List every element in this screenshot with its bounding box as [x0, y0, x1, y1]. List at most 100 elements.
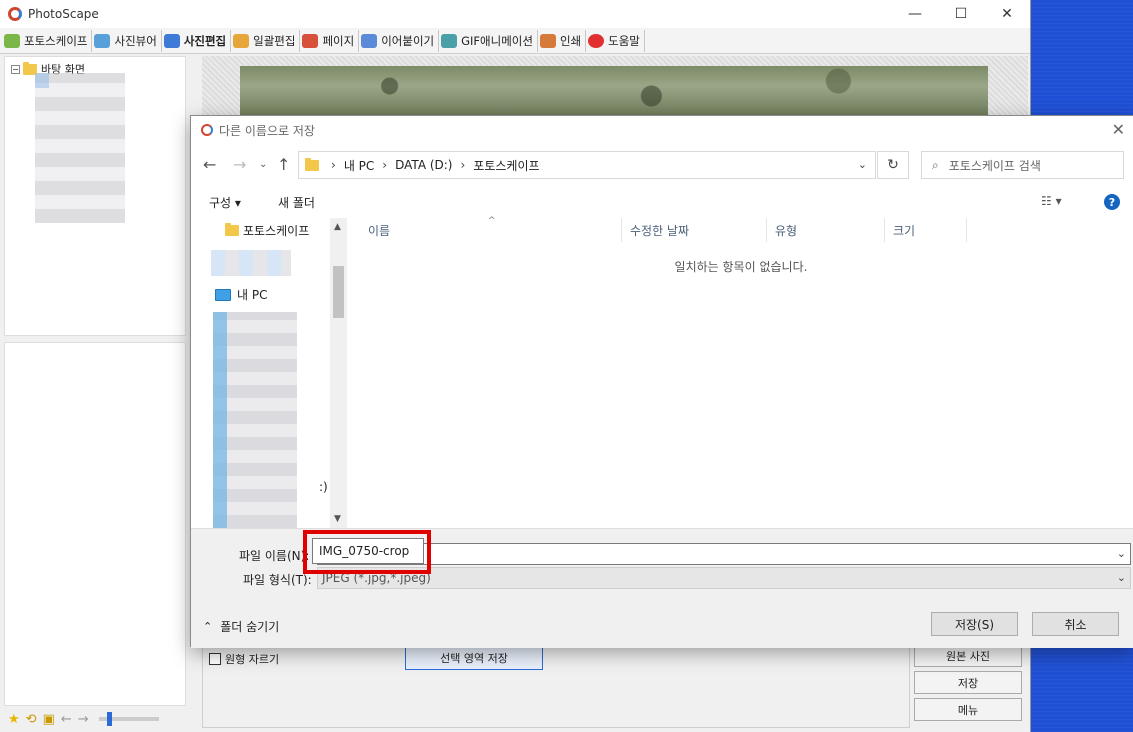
title-bar: PhotoScape	[0, 0, 1030, 28]
empty-message: 일치하는 항목이 없습니다.	[674, 260, 808, 274]
breadcrumb-folder[interactable]: 포토스케이프	[473, 157, 539, 174]
tab-combine[interactable]: 이어붙이기	[359, 29, 440, 52]
folder-icon	[305, 157, 319, 171]
view-options-icon[interactable]: ☷ ▾	[1041, 194, 1062, 208]
folder-tree-panel: − 바탕 화면	[4, 56, 186, 336]
photoscape-logo-icon	[8, 7, 22, 21]
new-folder-button[interactable]: 새 폴더	[278, 194, 315, 211]
filename-dropdown-icon[interactable]: ⌄	[1117, 547, 1126, 560]
address-bar[interactable]: › 내 PC › DATA (D:) › 포토스케이프 ⌄	[298, 151, 876, 179]
page-tab-icon	[302, 33, 319, 48]
path-separator-icon: ›	[382, 158, 388, 172]
hide-folders-toggle[interactable]: ⌃ 폴더 숨기기	[203, 618, 279, 635]
breadcrumb-drive[interactable]: DATA (D:)	[395, 158, 452, 172]
circle-crop-label: 원형 자르기	[225, 653, 280, 666]
filename-field[interactable]: ⌄	[317, 543, 1131, 565]
tab-batch[interactable]: 일괄편집	[231, 29, 301, 52]
tab-viewer[interactable]: 사진뷰어	[92, 29, 162, 52]
tab-page[interactable]: 페이지	[300, 29, 360, 52]
tab-label: 일괄편집	[253, 33, 296, 48]
filename-label: 파일 이름(N):	[239, 549, 310, 563]
breadcrumb-pc[interactable]: 내 PC	[344, 157, 374, 174]
help-icon[interactable]: ?	[1104, 194, 1120, 210]
tab-gif[interactable]: GIF애니메이션	[439, 29, 538, 52]
app-title: PhotoScape	[28, 7, 99, 21]
command-bar: 구성 ▾ 새 폴더 ☷ ▾ ?	[191, 188, 1133, 216]
column-type[interactable]: 유형	[767, 218, 885, 242]
menu-button[interactable]: 메뉴	[914, 698, 1022, 721]
save-as-dialog: 다른 이름으로 저장 ✕ ← → ⌄ ↑ › 내 PC › DATA (D:) …	[190, 115, 1133, 648]
tab-label: 포토스케이프	[24, 33, 88, 48]
combine-tab-icon	[361, 33, 378, 48]
tab-editor[interactable]: 사진편집	[162, 29, 232, 52]
batch-tab-icon	[233, 33, 250, 48]
tab-print[interactable]: 인쇄	[538, 29, 587, 52]
help-tab-icon	[588, 33, 605, 48]
collapse-icon[interactable]: −	[11, 64, 20, 74]
viewer-tab-icon	[94, 33, 111, 48]
back-icon[interactable]: ←	[203, 155, 216, 174]
search-input[interactable]: ⌕ 포토스케이프 검색	[921, 151, 1124, 179]
nav-item-folder[interactable]: 포토스케이프	[225, 222, 309, 239]
filename-value[interactable]: IMG_0750-crop	[312, 538, 424, 564]
tab-label: 도움말	[608, 33, 640, 48]
column-size[interactable]: 크기	[885, 218, 967, 242]
editor-tab-icon	[163, 33, 180, 48]
address-row: ← → ⌄ ↑ › 내 PC › DATA (D:) › 포토스케이프 ⌄ ↻ …	[191, 149, 1133, 181]
organize-button[interactable]: 구성 ▾	[209, 194, 241, 211]
forward-arrow-icon[interactable]: →	[78, 712, 89, 727]
minimize-button[interactable]: —	[892, 0, 938, 28]
up-icon[interactable]: ↑	[277, 155, 290, 174]
blurred-nav-item	[211, 250, 291, 276]
zoom-slider[interactable]	[98, 712, 159, 726]
zoom-slider-thumb[interactable]	[106, 712, 112, 726]
forward-icon[interactable]: →	[233, 155, 246, 174]
star-icon[interactable]: ★	[8, 712, 20, 727]
chevron-up-icon: ⌃	[203, 620, 213, 633]
blurred-drive-list	[213, 312, 297, 528]
column-modified[interactable]: 수정한 날짜	[622, 218, 767, 242]
scrollbar-thumb[interactable]	[333, 266, 344, 318]
dialog-save-button[interactable]: 저장(S)	[931, 612, 1018, 636]
search-placeholder: 포토스케이프 검색	[948, 158, 1041, 173]
scroll-up-icon[interactable]: ▲	[334, 222, 341, 232]
tab-label: GIF애니메이션	[461, 33, 533, 48]
print-tab-icon	[539, 33, 556, 48]
nav-item-label: 포토스케이프	[243, 224, 310, 238]
save-selection-button[interactable]: 선택 영역 저장	[405, 646, 543, 670]
circle-crop-checkbox[interactable]	[209, 653, 221, 665]
scroll-down-icon[interactable]: ▼	[334, 514, 341, 524]
tab-label: 사진편집	[183, 33, 227, 48]
filetype-dropdown-icon[interactable]: ⌄	[1117, 571, 1126, 584]
file-list: ^ 이름 수정한 날짜 유형 크기 일치하는 항목이 없습니다.	[348, 216, 1133, 528]
back-arrow-icon[interactable]: ←	[61, 712, 72, 727]
tab-label: 이어붙이기	[381, 33, 435, 48]
crop-panel: 원형 자르기 선택 영역 저장	[202, 644, 910, 728]
navigation-pane: 포토스케이프 내 PC :)	[191, 218, 347, 528]
close-button[interactable]: ✕	[984, 0, 1030, 28]
save-button[interactable]: 저장	[914, 671, 1022, 694]
window-controls: — ☐ ✕	[892, 0, 1030, 28]
dialog-title-bar: 다른 이름으로 저장	[191, 116, 1133, 144]
nav-scrollbar[interactable]: ▲ ▼	[330, 218, 347, 528]
address-dropdown-icon[interactable]: ⌄	[858, 158, 867, 171]
maximize-button[interactable]: ☐	[938, 0, 984, 28]
tab-photoscape[interactable]: 포토스케이프	[2, 29, 93, 52]
folder-open-icon[interactable]: ▣	[43, 712, 55, 727]
refresh-icon[interactable]: ↻	[877, 151, 909, 179]
dialog-cancel-button[interactable]: 취소	[1032, 612, 1119, 636]
nav-item-label: 내 PC	[237, 288, 268, 302]
photoscape-tab-icon	[4, 33, 20, 48]
recent-dropdown-icon[interactable]: ⌄	[259, 159, 267, 170]
rotate-icon[interactable]: ⟲	[26, 712, 37, 727]
tab-label: 페이지	[322, 33, 355, 48]
thumbnail-panel	[4, 342, 186, 706]
circle-crop-option[interactable]: 원형 자르기	[209, 651, 279, 667]
filetype-select[interactable]: JPEG (*.jpg,*.jpeg) ⌄	[317, 567, 1131, 589]
dialog-close-icon[interactable]: ✕	[1112, 120, 1125, 139]
side-buttons: 원본 사진 저장 메뉴	[914, 644, 1022, 725]
edited-photo	[240, 66, 988, 116]
tab-help[interactable]: 도움말	[586, 29, 645, 52]
nav-item-pc[interactable]: 내 PC	[215, 286, 267, 303]
column-name[interactable]: 이름	[348, 218, 622, 242]
